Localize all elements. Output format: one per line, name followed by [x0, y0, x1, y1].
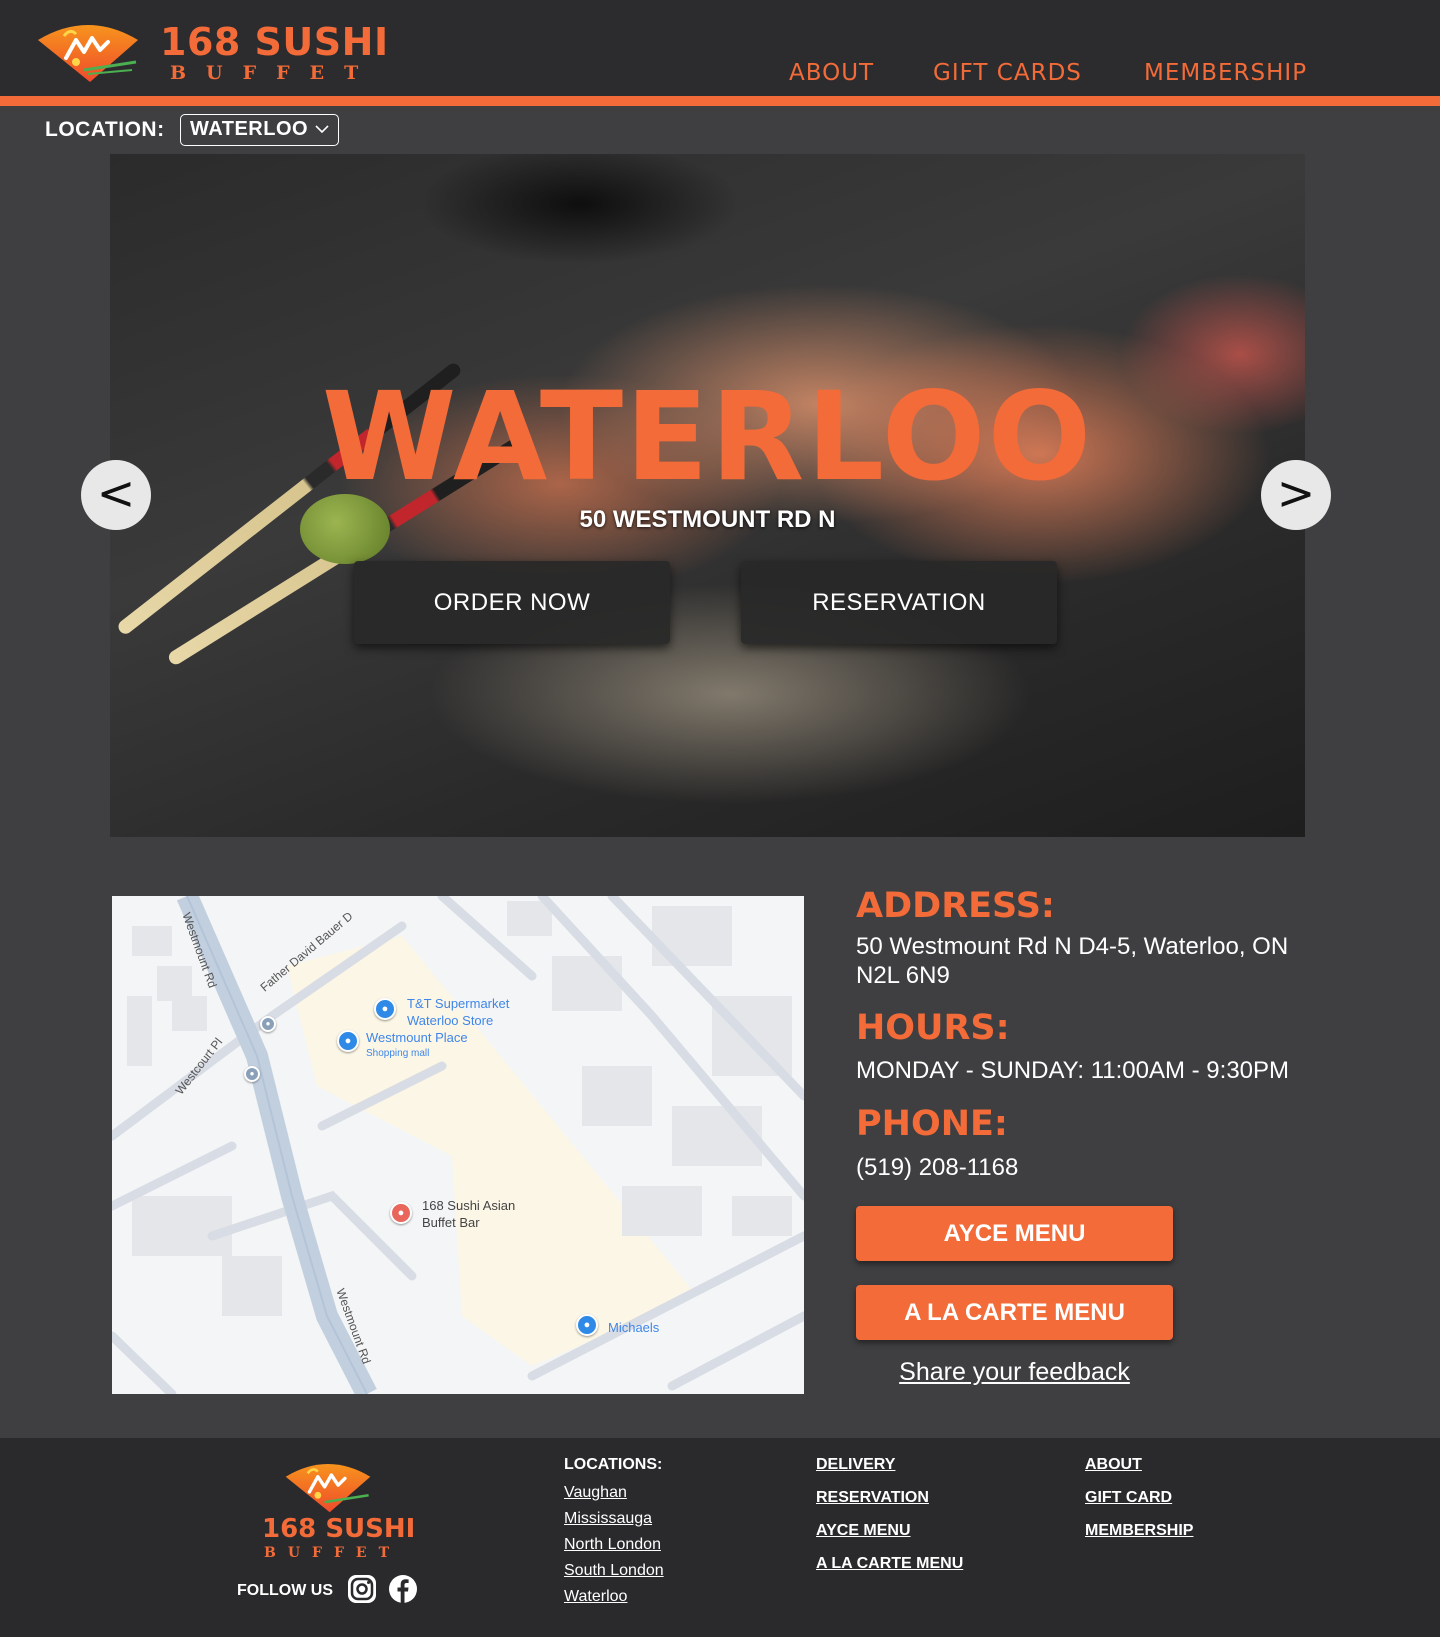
reservation-button[interactable]: RESERVATION — [741, 561, 1057, 644]
shopping-bag-icon[interactable]: ● — [576, 1314, 598, 1336]
footer-logo[interactable]: 168 SUSHI BUFFET — [260, 1458, 415, 1562]
footer-link-about[interactable]: ABOUT — [1085, 1456, 1142, 1474]
footer-brand-subtitle: BUFFET — [264, 1545, 402, 1561]
fan-logo-icon — [285, 1464, 371, 1513]
site-footer: 168 SUSHI BUFFET FOLLOW US LOCATIONS: Va… — [0, 1438, 1440, 1637]
map-place-detail: Waterloo Store — [407, 1012, 494, 1028]
footer-location-waterloo[interactable]: Waterloo — [564, 1588, 627, 1606]
address-heading: ADDRESS: — [856, 886, 1055, 926]
footer-link-reservation[interactable]: RESERVATION — [816, 1489, 929, 1507]
nav-about[interactable]: ABOUT — [789, 60, 874, 90]
map-place-label[interactable]: Westmount Place Shopping mall — [366, 1030, 468, 1060]
location-selected-value: WATERLOO — [190, 118, 309, 140]
hero-address: 50 WESTMOUNT RD N — [579, 506, 836, 533]
bus-stop-icon[interactable]: ● — [260, 1016, 276, 1032]
footer-location-vaughan[interactable]: Vaughan — [564, 1484, 627, 1502]
brand-logo[interactable]: 168 SUSHI BUFFET — [36, 16, 388, 88]
hours-heading: HOURS: — [856, 1008, 1010, 1048]
carousel-prev-button[interactable]: < — [81, 460, 151, 530]
map-place-name: 168 Sushi Asian — [422, 1198, 516, 1213]
carousel-next-button[interactable]: > — [1261, 460, 1331, 530]
fan-logo-icon — [38, 25, 138, 82]
map-place-label[interactable]: 168 Sushi Asian Buffet Bar — [422, 1198, 515, 1232]
footer-link-a-la-carte-menu[interactable]: A LA CARTE MENU — [816, 1555, 963, 1573]
footer-location-mississauga[interactable]: Mississauga — [564, 1510, 652, 1528]
location-dropdown[interactable]: WATERLOO — [180, 114, 339, 146]
restaurant-icon[interactable]: ● — [390, 1202, 412, 1224]
bus-stop-icon[interactable]: ● — [244, 1066, 260, 1082]
map-place-detail: Shopping mall — [366, 1047, 430, 1059]
map-place-label[interactable]: Michaels — [608, 1320, 659, 1337]
hero-carousel: WATERLOO 50 WESTMOUNT RD N ORDER NOW RES… — [110, 154, 1305, 837]
map-place-label[interactable]: T&T Supermarket Waterloo Store — [407, 996, 509, 1030]
footer-location-north-london[interactable]: North London — [564, 1536, 661, 1554]
chevron-down-icon — [315, 125, 329, 134]
footer-brand-name: 168 SUSHI — [262, 1514, 416, 1544]
hours-text: MONDAY - SUNDAY: 11:00AM - 9:30PM — [856, 1057, 1290, 1084]
phone-text[interactable]: (519) 208-1168 — [856, 1153, 1018, 1182]
shopping-cart-icon[interactable]: ● — [374, 998, 396, 1020]
footer-link-membership[interactable]: MEMBERSHIP — [1085, 1522, 1193, 1540]
footer-link-ayce-menu[interactable]: AYCE MENU — [816, 1522, 911, 1540]
footer-link-gift-card[interactable]: GIFT CARD — [1085, 1489, 1172, 1507]
footer-locations-title: LOCATIONS: — [564, 1456, 663, 1473]
nav-membership[interactable]: MEMBERSHIP — [1144, 60, 1307, 90]
shopping-bag-icon[interactable]: ● — [337, 1030, 359, 1052]
footer-link-delivery[interactable]: DELIVERY — [816, 1456, 895, 1474]
follow-us-label: FOLLOW US — [237, 1582, 333, 1599]
brand-subtitle: BUFFET — [170, 62, 379, 84]
location-map[interactable]: Westmount Rd Father David Bauer D Westco… — [112, 896, 804, 1394]
a-la-carte-menu-button[interactable]: A LA CARTE MENU — [856, 1285, 1173, 1340]
map-place-name: T&T Supermarket — [407, 996, 510, 1011]
map-place-name: Westmount Place — [366, 1030, 468, 1045]
phone-heading: PHONE: — [856, 1104, 1008, 1144]
nav-gift-cards[interactable]: GIFT CARDS — [933, 60, 1082, 90]
address-text: 50 Westmount Rd N D4-5, Waterloo, ON N2L… — [856, 933, 1289, 989]
facebook-icon[interactable] — [388, 1574, 418, 1604]
ayce-menu-button[interactable]: AYCE MENU — [856, 1206, 1173, 1261]
instagram-icon[interactable] — [347, 1574, 377, 1604]
site-header: 168 SUSHI BUFFET ABOUT GIFT CARDS MEMBER… — [0, 0, 1440, 96]
header-accent-bar — [0, 96, 1440, 106]
footer-location-south-london[interactable]: South London — [564, 1562, 664, 1580]
order-now-button[interactable]: ORDER NOW — [354, 561, 670, 644]
feedback-link[interactable]: Share your feedback — [856, 1358, 1173, 1387]
location-label: LOCATION: — [45, 118, 165, 141]
hero-title: WATERLOO — [321, 366, 1094, 508]
map-place-detail: Buffet Bar — [422, 1214, 480, 1230]
map-background — [112, 896, 804, 1394]
brand-name: 168 SUSHI — [160, 20, 389, 64]
